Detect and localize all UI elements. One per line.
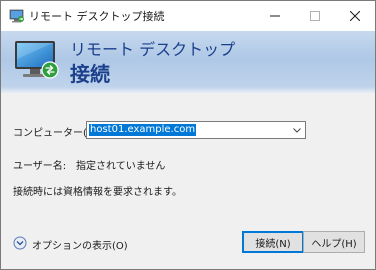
maximize-button[interactable]: [295, 1, 335, 31]
close-icon: [350, 11, 360, 21]
show-options-link[interactable]: オプションの表示(O): [32, 237, 128, 252]
banner-title: リモート デスクトップ: [70, 40, 236, 59]
user-value: 指定されていません: [76, 161, 166, 172]
remote-desktop-monitor-icon: [15, 41, 59, 79]
computer-input-value[interactable]: host01.example.com: [89, 124, 197, 136]
dropdown-button[interactable]: [290, 122, 304, 138]
close-button[interactable]: [335, 1, 375, 31]
help-button[interactable]: ヘルプ(H): [303, 231, 365, 253]
title-bar[interactable]: リモート デスクトップ接続: [1, 1, 375, 31]
window-title: リモート デスクトップ接続: [29, 10, 165, 23]
maximize-icon: [310, 11, 320, 21]
credential-note: 接続時には資格情報を要求されます。: [13, 187, 182, 198]
remote-desktop-icon: [9, 9, 24, 23]
remote-desktop-window: リモート デスクトップ接続 リモート デスクトップ 接続 コンピューター(C):…: [0, 0, 376, 270]
banner-shade: [1, 87, 375, 93]
minimize-icon: [270, 15, 280, 17]
banner-subtitle: 接続: [70, 62, 110, 86]
connect-button[interactable]: 接続(N): [242, 231, 304, 253]
chevron-down-circle-icon[interactable]: [13, 236, 27, 250]
user-label: ユーザー名:: [13, 161, 67, 172]
chevron-down-icon: [293, 127, 301, 133]
minimize-button[interactable]: [255, 1, 295, 31]
header-banner: リモート デスクトップ 接続: [1, 31, 375, 93]
computer-combobox[interactable]: host01.example.com: [86, 121, 306, 139]
